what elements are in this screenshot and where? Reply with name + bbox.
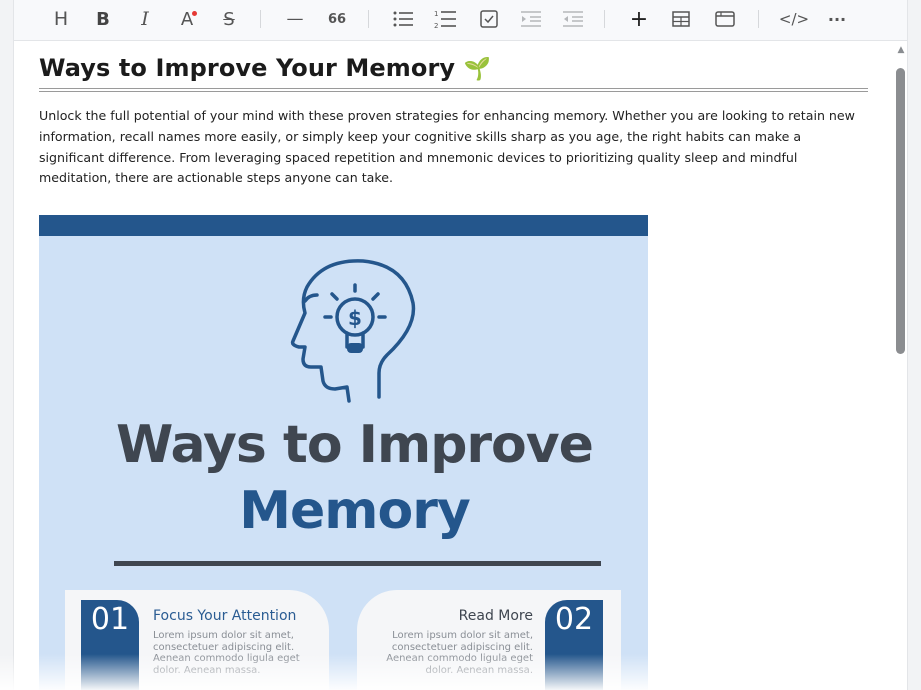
bottom-fade <box>0 654 907 690</box>
indent-button[interactable] <box>520 6 542 32</box>
infographic-divider <box>114 561 601 566</box>
insert-button[interactable]: + <box>628 6 650 32</box>
code-icon: </> <box>778 10 810 28</box>
outdent-button[interactable] <box>562 6 584 32</box>
tip-heading: Focus Your Attention <box>153 608 297 624</box>
table-button[interactable] <box>670 6 692 32</box>
svg-text:$: $ <box>348 306 362 330</box>
quote-button[interactable]: 66 <box>326 6 348 32</box>
infographic-headline-line2: Memory <box>239 481 470 541</box>
code-button[interactable]: </> <box>778 6 810 32</box>
svg-text:1: 1 <box>434 10 438 18</box>
strikethrough-button[interactable]: S <box>218 6 240 32</box>
italic-button[interactable]: I <box>134 6 156 32</box>
bullet-list-icon <box>393 11 413 27</box>
outdent-icon <box>563 11 583 27</box>
infographic-image[interactable]: $ Ways to Improve Memory 01 Focus Your A… <box>39 215 648 690</box>
document-title[interactable]: Ways to Improve Your Memory 🌱 <box>39 54 491 82</box>
toolbar-divider <box>260 10 261 28</box>
infographic-top-band <box>39 215 648 236</box>
bold-button[interactable]: B <box>92 6 114 32</box>
quote-icon: 66 <box>327 11 347 27</box>
more-button[interactable]: ··· <box>824 6 850 32</box>
svg-text:2: 2 <box>434 22 438 29</box>
toolbar-divider <box>758 10 759 28</box>
horizontal-rule-button[interactable]: — <box>282 6 308 32</box>
left-gutter <box>0 0 14 690</box>
font-color-dot <box>192 11 197 16</box>
italic-icon: I <box>141 8 149 30</box>
head-lightbulb-dollar-icon: $ <box>290 259 416 403</box>
intro-paragraph[interactable]: Unlock the full potential of your mind w… <box>39 106 859 189</box>
checkbox-icon <box>480 10 498 28</box>
scrollbar-thumb[interactable] <box>896 68 905 354</box>
heading-icon: H <box>53 8 69 30</box>
more-icon: ··· <box>827 9 847 29</box>
scrollbar-track[interactable] <box>907 0 921 690</box>
tip-heading: Read More <box>458 608 533 624</box>
ordered-list-button[interactable]: 12 <box>434 6 456 32</box>
title-underline <box>39 88 868 92</box>
plus-icon: + <box>629 6 649 32</box>
indent-icon <box>521 11 541 27</box>
seedling-emoji: 🌱 <box>463 57 492 82</box>
horizontal-rule-icon: — <box>286 9 304 29</box>
font-color-button[interactable]: A <box>176 6 198 32</box>
strikethrough-icon: S <box>223 8 235 30</box>
toolbar-divider <box>604 10 605 28</box>
toolbar-divider <box>368 10 369 28</box>
bold-icon: B <box>96 8 110 30</box>
task-list-button[interactable] <box>478 6 500 32</box>
ordered-list-icon: 12 <box>434 10 456 29</box>
infographic-headline-line1: Ways to Improve <box>116 415 594 475</box>
embed-button[interactable] <box>714 6 736 32</box>
scroll-up-arrow-icon[interactable]: ▲ <box>896 45 906 55</box>
heading-button[interactable]: H <box>50 6 72 32</box>
window-icon <box>715 11 735 27</box>
editor-toolbar: H B I A S — 66 12 + </> ··· <box>14 0 907 41</box>
title-text: Ways to Improve Your Memory <box>39 54 456 82</box>
bullet-list-button[interactable] <box>392 6 414 32</box>
table-icon <box>672 11 690 27</box>
editor-content[interactable]: Ways to Improve Your Memory 🌱 Unlock the… <box>15 41 892 690</box>
